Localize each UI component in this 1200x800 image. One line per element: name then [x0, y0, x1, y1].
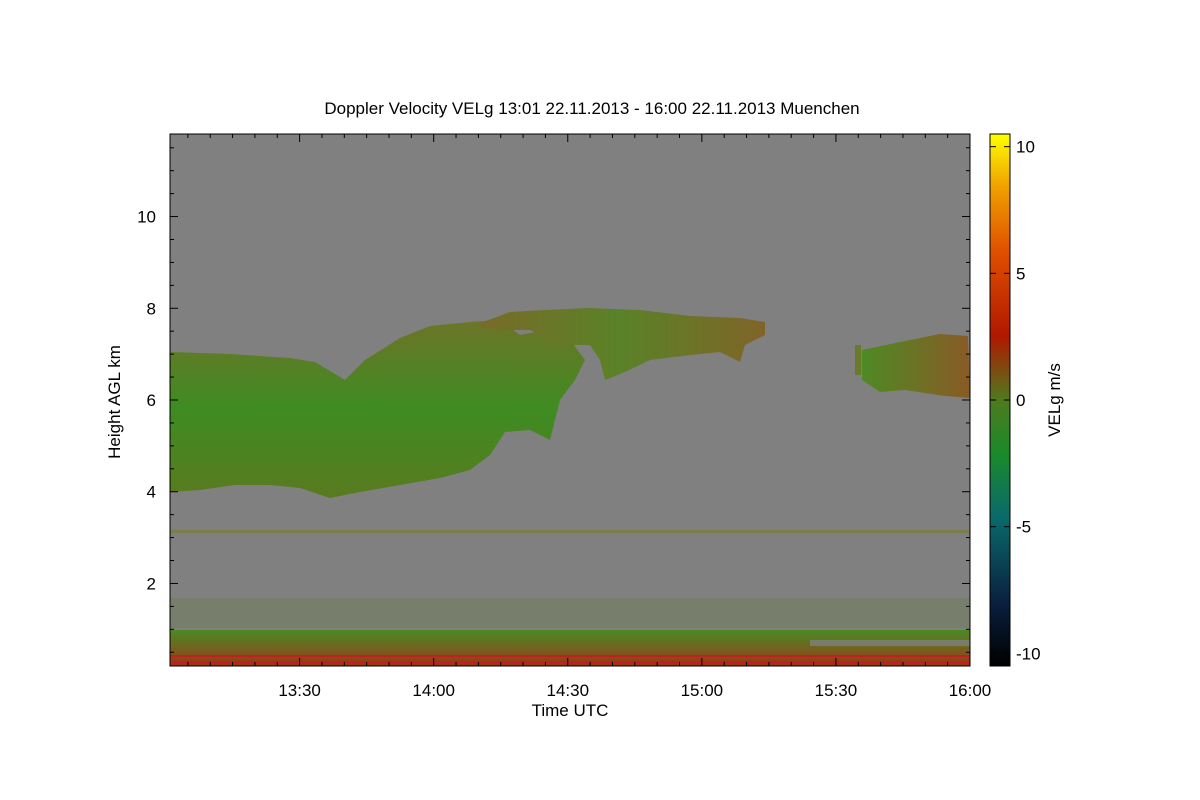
chart-title: Doppler Velocity VELg 13:01 22.11.2013 -…: [324, 99, 859, 118]
thin-layer: [170, 530, 970, 533]
colorbar-tick-label: 5: [1016, 264, 1025, 283]
doppler-velocity-chart: Doppler Velocity VELg 13:01 22.11.2013 -…: [105, 99, 1064, 720]
x-tick-label: 14:30: [546, 681, 589, 700]
x-tick-label: 15:00: [681, 681, 724, 700]
y-tick-label: 4: [147, 483, 156, 502]
boundary-layer-lines-2: [170, 661, 970, 663]
y-tick-label: 10: [137, 208, 156, 227]
colorbar-tick-label: 10: [1016, 138, 1035, 157]
colorbar-tick-label: -10: [1016, 644, 1041, 663]
low-speckle-band: [170, 598, 970, 628]
x-tick-label: 13:30: [278, 681, 321, 700]
colorbar-tick-label: 0: [1016, 391, 1025, 410]
y-axis-label: Height AGL km: [105, 345, 124, 459]
y-tick-label: 2: [147, 574, 156, 593]
x-axis-label: Time UTC: [532, 701, 609, 720]
x-tick-label: 16:00: [949, 681, 992, 700]
y-tick-label: 8: [147, 299, 156, 318]
boundary-layer-gap: [810, 640, 970, 646]
cloud-specks: [855, 345, 861, 375]
x-tick-label: 14:00: [412, 681, 455, 700]
boundary-layer-lines: [170, 655, 970, 657]
colorbar-label: VELg m/s: [1045, 363, 1064, 437]
colorbar-tick-label: -5: [1016, 518, 1031, 537]
y-tick-label: 6: [147, 391, 156, 410]
boundary-layer: [170, 630, 970, 666]
x-tick-label: 15:30: [815, 681, 858, 700]
